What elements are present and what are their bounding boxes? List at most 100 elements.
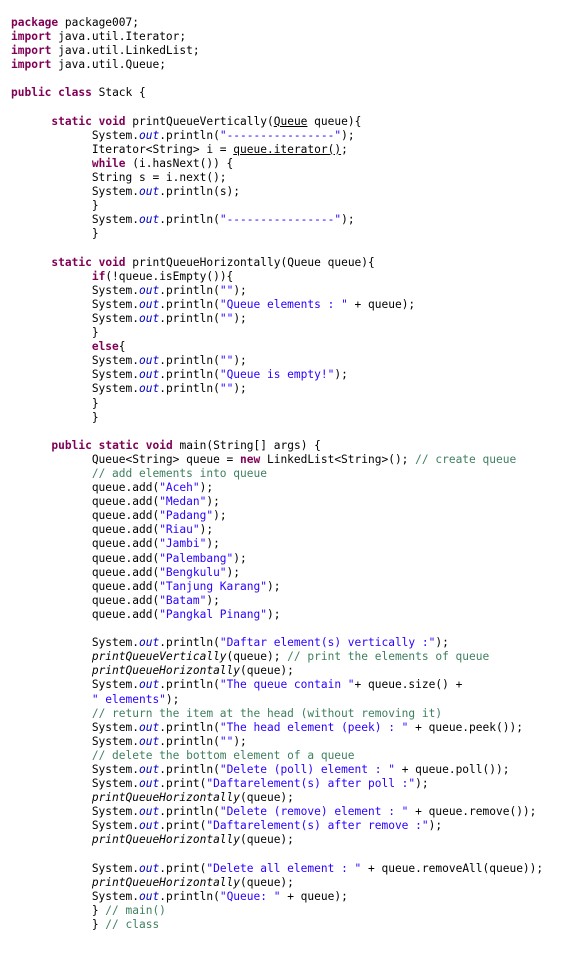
- code-line: printQueueVertically(queue); // print th…: [11, 650, 543, 664]
- code-text: + queue.peek());: [408, 720, 523, 734]
- string-literal: "Riau": [159, 523, 200, 537]
- string-literal: " elements": [91, 692, 166, 706]
- code-text: );: [415, 777, 429, 791]
- string-literal: "Queue: ": [219, 889, 281, 903]
- code-text: .println(: [159, 720, 220, 734]
- static-method-call: printQueueHorizontally: [91, 791, 241, 805]
- string-literal: "": [219, 311, 234, 325]
- keyword-token: static: [51, 255, 92, 269]
- code-text: .println(: [159, 354, 220, 368]
- code-line: System.out.println("Queue is empty!");: [11, 368, 543, 382]
- keyword-token: void: [145, 438, 173, 452]
- code-text: + queue);: [347, 297, 416, 311]
- code-text: (queue);: [240, 875, 294, 889]
- code-line: // add elements into queue: [11, 467, 543, 481]
- code-text: + queue);: [280, 889, 348, 903]
- code-text: );: [233, 382, 247, 396]
- code-text: (i.hasNext()) {: [125, 156, 234, 170]
- code-text: System.: [11, 297, 139, 311]
- code-line: System.out.println("");: [11, 312, 543, 326]
- code-text: System.: [11, 636, 139, 650]
- code-text: );: [435, 636, 449, 650]
- code-line: System.out.println("----------------");: [11, 129, 543, 143]
- code-line: printQueueHorizontally(queue);: [11, 664, 543, 678]
- code-text: Iterator<String> i =: [11, 142, 234, 156]
- code-text: }: [11, 410, 99, 424]
- code-text: System.: [11, 382, 139, 396]
- code-text: );: [206, 593, 220, 607]
- keyword-token: class: [58, 86, 92, 100]
- string-literal: "----------------": [219, 128, 342, 142]
- field-token: out: [138, 213, 160, 227]
- code-text: System.: [11, 283, 139, 297]
- static-method-call: printQueueHorizontally: [91, 833, 241, 847]
- field-token: out: [138, 819, 160, 833]
- code-text: }: [11, 227, 99, 241]
- code-text: (queue);: [226, 650, 288, 664]
- keyword-token: while: [91, 156, 126, 170]
- code-text: System.: [11, 861, 139, 875]
- code-text: System.: [11, 368, 139, 382]
- code-text: );: [199, 481, 214, 495]
- code-line: System.out.println("Daftar element(s) ve…: [11, 636, 543, 650]
- code-text: .println(: [159, 889, 220, 903]
- code-text: );: [233, 551, 247, 565]
- code-text: java.util.Queue;: [51, 58, 166, 72]
- code-text: main(String[] args) {: [172, 438, 321, 452]
- code-text: printQueueVertically(: [125, 114, 274, 128]
- code-text: .println(: [159, 128, 220, 142]
- code-line: printQueueHorizontally(queue);: [11, 833, 543, 847]
- keyword-token: import: [11, 58, 52, 72]
- keyword-token: void: [98, 255, 126, 269]
- code-text: }: [11, 199, 99, 213]
- string-literal: "Delete (remove) element : ": [219, 805, 409, 819]
- string-literal: "Daftarelement(s) after poll :": [206, 777, 416, 791]
- code-text: + queue.removeAll(queue));: [361, 861, 544, 875]
- string-literal: "----------------": [219, 213, 342, 227]
- string-literal: "Pangkal Pinang": [159, 607, 267, 621]
- code-text: }: [11, 396, 99, 410]
- field-token: out: [138, 762, 160, 776]
- code-line: queue.add("Tanjung Karang");: [11, 580, 543, 594]
- code-text: LinkedList<String>();: [260, 452, 416, 466]
- keyword-token: import: [11, 30, 52, 44]
- string-literal: "": [219, 354, 234, 368]
- code-text: .println(: [159, 734, 220, 748]
- code-text: );: [206, 495, 220, 509]
- field-token: out: [138, 805, 160, 819]
- code-line: } // main(): [11, 904, 543, 918]
- code-line: // return the item at the head (without …: [11, 707, 543, 721]
- code-line: System.out.println(s);: [11, 185, 543, 199]
- code-line: static void printQueueVertically(Queue q…: [11, 115, 543, 129]
- code-line: System.out.println("Queue: " + queue);: [11, 890, 543, 904]
- comment: // add elements into queue: [91, 467, 267, 480]
- static-method-call: printQueueVertically: [91, 650, 227, 664]
- code-text: (!queue.isEmpty()){: [105, 269, 234, 283]
- string-literal: "": [219, 734, 234, 748]
- string-literal: "Padang": [159, 509, 214, 523]
- code-line: queue.add("Bengkulu");: [11, 566, 543, 580]
- field-token: out: [138, 185, 160, 199]
- code-line: System.out.println("Delete (remove) elem…: [11, 805, 543, 819]
- comment: // return the item at the head (without …: [91, 706, 443, 720]
- code-line: queue.add("Medan");: [11, 495, 543, 509]
- string-literal: "Daftar element(s) vertically :": [219, 636, 436, 650]
- code-text: .println(: [159, 311, 220, 325]
- code-line: Queue<String> queue = new LinkedList<Str…: [11, 453, 543, 467]
- string-literal: "Queue elements : ": [219, 297, 348, 311]
- code-text: );: [233, 354, 247, 368]
- code-text: );: [233, 283, 247, 297]
- string-literal: "The head element (peek) : ": [219, 720, 409, 734]
- code-text: .println(: [159, 805, 220, 819]
- code-text: System.: [11, 734, 139, 748]
- code-text: Stack {: [91, 86, 146, 100]
- code-text: );: [233, 311, 247, 325]
